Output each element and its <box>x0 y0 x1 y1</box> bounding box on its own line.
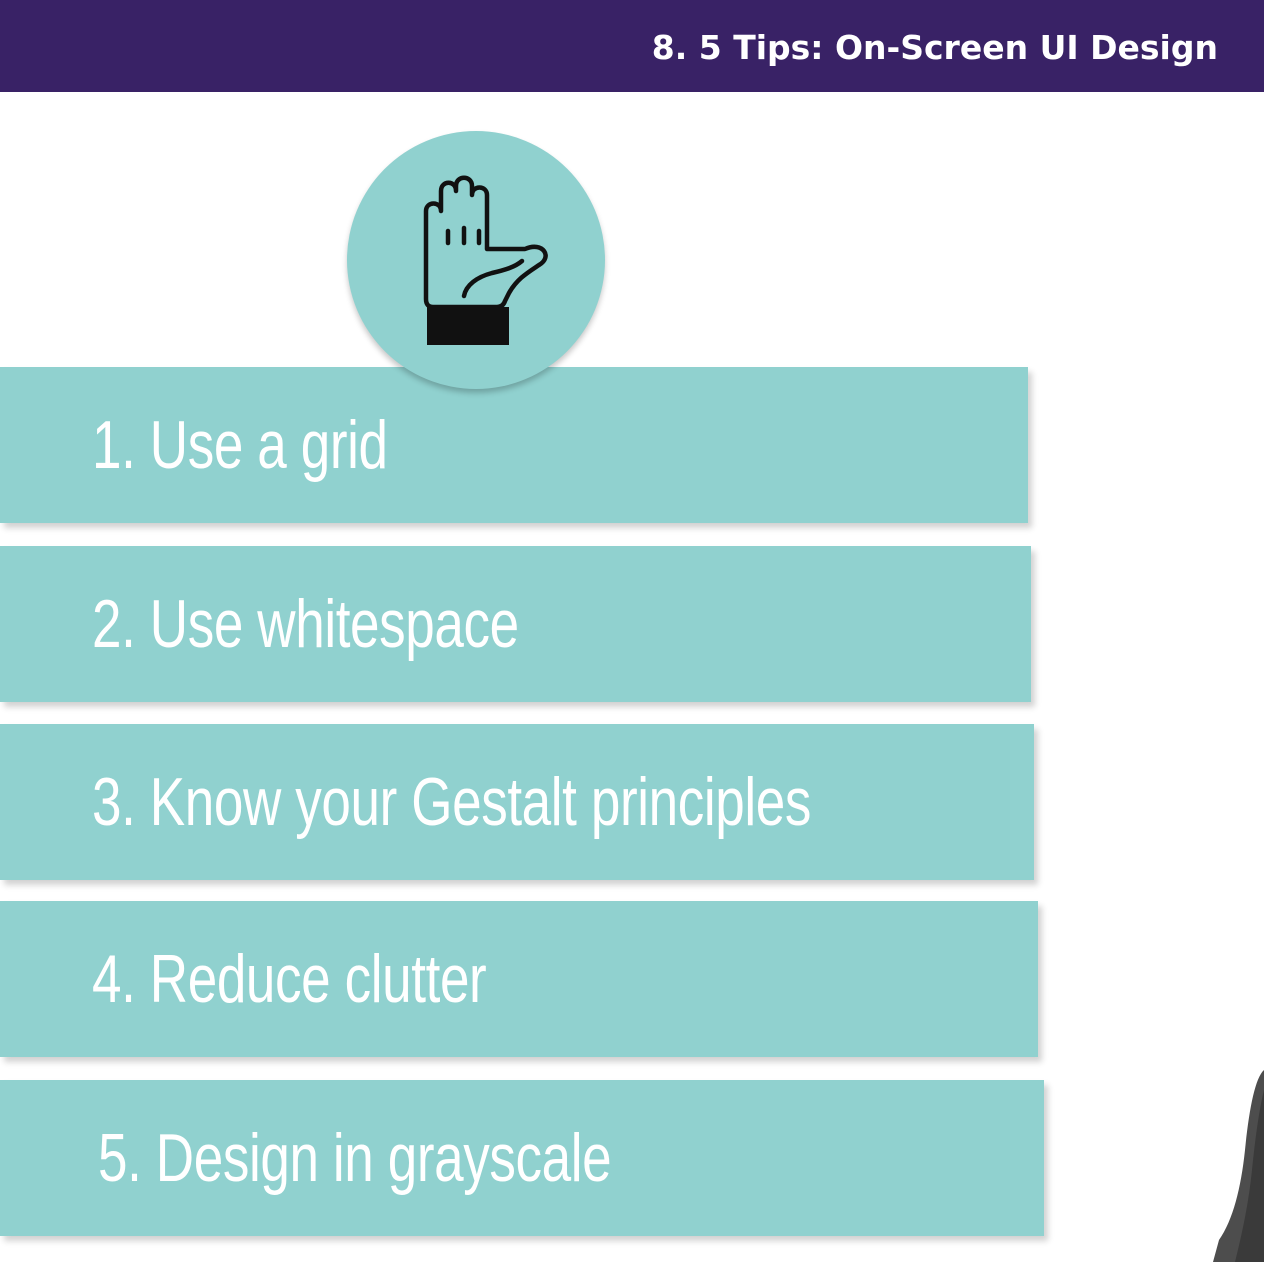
tip-row-4: 4. Reduce clutter <box>0 901 1038 1057</box>
tip-label-2: 2. Use whitespace <box>92 586 519 662</box>
tip-row-5: 5. Design in grayscale <box>0 1080 1044 1236</box>
hand-icon-badge <box>347 131 605 389</box>
tip-row-3: 3. Know your Gestalt principles <box>0 724 1034 880</box>
header-title: 8. 5 Tips: On-Screen UI Design <box>651 28 1218 67</box>
tip-label-4: 4. Reduce clutter <box>92 941 487 1017</box>
tip-row-1: 1. Use a grid <box>0 367 1028 523</box>
tip-label-1: 1. Use a grid <box>92 407 388 483</box>
presenter-silhouette <box>1213 1070 1264 1262</box>
header-bar: 8. 5 Tips: On-Screen UI Design <box>0 0 1264 92</box>
tip-label-3: 3. Know your Gestalt principles <box>92 764 812 840</box>
slide: 8. 5 Tips: On-Screen UI Design 1. Use a … <box>0 0 1264 1262</box>
tip-label-5: 5. Design in grayscale <box>98 1120 612 1196</box>
raised-hand-icon <box>423 175 548 345</box>
tip-row-2: 2. Use whitespace <box>0 546 1031 702</box>
